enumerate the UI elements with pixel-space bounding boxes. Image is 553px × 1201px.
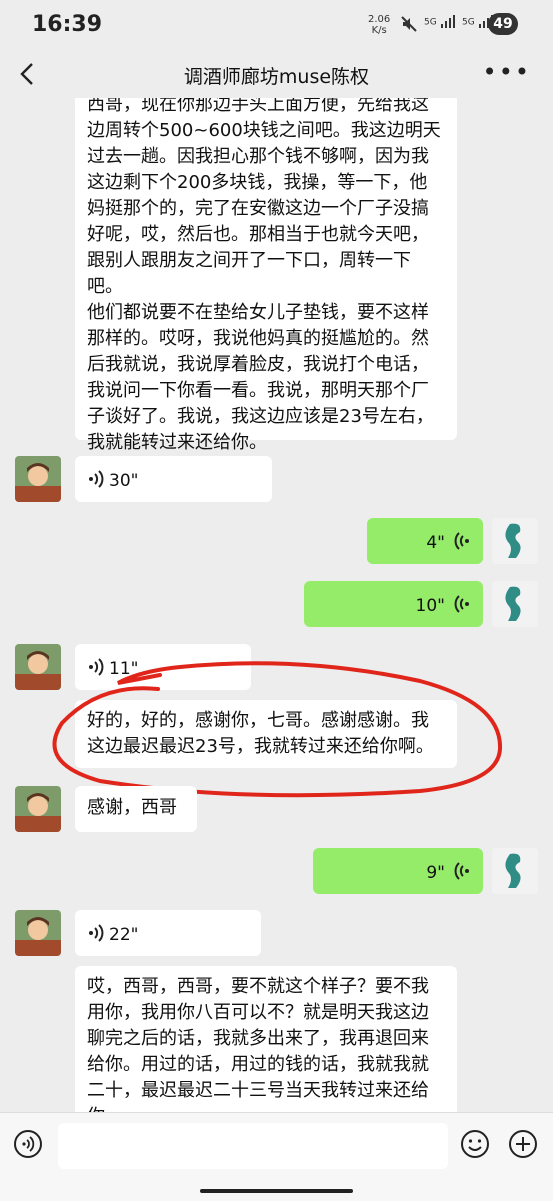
boy-avatar-icon: [15, 456, 61, 502]
message-line: 他们都说要不在垫给女儿子垫钱，要不这样: [87, 302, 429, 323]
message-line: 给你。用过的话，用过的钱的话，我就我就: [87, 1054, 429, 1075]
chat-header: 调酒师廊坊muse陈权 •••: [0, 50, 553, 98]
contact-avatar[interactable]: [15, 644, 61, 690]
network-indicator-1: 5G: [424, 15, 456, 29]
plus-icon[interactable]: [508, 1129, 538, 1159]
home-indicator: [200, 1189, 353, 1193]
speed-value: 2.06: [368, 14, 391, 25]
mute-icon: [401, 16, 417, 32]
message-input-bar: [0, 1112, 553, 1201]
voice-transcription: 好的，好的，感谢你，七哥。感谢感谢。我 这边最迟最迟23号，我就转过来还给你啊。: [75, 700, 457, 768]
message-line: 这边剩下个200多块钱，我操，等一下，他: [87, 172, 428, 193]
message-line: 你。: [87, 1104, 445, 1112]
boy-avatar-icon: [15, 644, 61, 690]
boy-avatar-icon: [15, 910, 61, 956]
message-line: 好呢，哎，然后也。那相当于也就今天吧，: [87, 224, 429, 245]
message-line: 妈挺那个的，完了在安徽这边一个厂子没搞: [87, 198, 429, 219]
received-voice-message[interactable]: 11": [75, 644, 251, 690]
message-text: 感谢，西哥: [87, 797, 177, 818]
voice-duration: 9": [426, 863, 445, 883]
status-bar: 16:39 2.06 K/s 5G 5G 49: [0, 0, 553, 50]
sculpture-avatar-icon: [492, 581, 538, 627]
voice-wave-icon: [454, 862, 469, 880]
more-options-icon[interactable]: •••: [483, 58, 531, 86]
message-line: 用你，我用你八百可以不？就是明天我这边: [87, 1002, 429, 1023]
user-avatar[interactable]: [492, 848, 538, 894]
sent-voice-message[interactable]: 4": [367, 518, 483, 564]
voice-transcription: 哎，西哥，西哥，要不就这个样子？要不我 用你，我用你八百可以不？就是明天我这边 …: [75, 966, 457, 1112]
message-line: 我说问一下你看一看。我说，那明天那个厂: [87, 380, 429, 401]
voice-duration: 4": [426, 533, 445, 553]
voice-wave-icon: [89, 658, 104, 676]
contact-avatar[interactable]: [15, 456, 61, 502]
contact-avatar[interactable]: [15, 786, 61, 832]
voice-wave-icon: [89, 470, 104, 488]
emoji-icon[interactable]: [460, 1129, 490, 1159]
sculpture-avatar-icon: [492, 848, 538, 894]
message-line: 西哥，现在你那边手头上面方便，先给我这: [87, 98, 429, 115]
sent-voice-message[interactable]: 9": [313, 848, 483, 894]
message-line: 跟别人跟朋友之间开了一下口，周转一下吧。: [87, 250, 411, 297]
network-speed: 2.06 K/s: [368, 14, 390, 36]
voice-wave-icon: [454, 532, 469, 550]
signal-icon: [440, 15, 455, 28]
voice-duration: 11": [109, 659, 139, 679]
sent-voice-message[interactable]: 10": [304, 581, 483, 627]
battery-indicator: 49: [488, 13, 518, 35]
message-line: 子谈好了。我说，我这边应该是23号左右，: [87, 406, 434, 427]
boy-avatar-icon: [15, 786, 61, 832]
contact-avatar[interactable]: [15, 910, 61, 956]
network-label-1: 5G: [424, 17, 437, 28]
message-input[interactable]: [58, 1123, 448, 1169]
status-time: 16:39: [32, 12, 103, 37]
message-line: 这边最迟最迟23号，我就转过来还给你啊。: [87, 736, 434, 757]
sculpture-avatar-icon: [492, 518, 538, 564]
voice-wave-icon: [89, 924, 104, 942]
voice-wave-icon: [454, 595, 469, 613]
message-line: 那样的。哎呀，我说他妈真的挺尴尬的。然: [87, 328, 429, 349]
message-line: 哎，西哥，西哥，要不就这个样子？要不我: [87, 976, 429, 997]
message-line: 聊完之后的话，我就多出来了，我再退回来: [87, 1028, 429, 1049]
received-voice-message[interactable]: 22": [75, 910, 261, 956]
message-line: 二十，最迟最迟二十三号当天我转过来还给: [87, 1080, 429, 1101]
chat-title: 调酒师廊坊muse陈权: [183, 66, 370, 88]
received-text-message: 西哥，现在你那边手头上面方便，先给我这 边周转个500~600块钱之间吧。我这边…: [75, 98, 457, 453]
speed-unit: K/s: [371, 25, 387, 36]
voice-duration: 10": [415, 596, 445, 616]
user-avatar[interactable]: [492, 518, 538, 564]
message-line: 边周转个500~600块钱之间吧。我这边明天: [87, 120, 441, 141]
voice-duration: 22": [109, 925, 139, 945]
received-voice-message[interactable]: 30": [75, 456, 272, 502]
voice-input-icon[interactable]: [13, 1129, 43, 1159]
message-line: 好的，好的，感谢你，七哥。感谢感谢。我: [87, 710, 429, 731]
chat-history[interactable]: 西哥，现在你那边手头上面方便，先给我这 边周转个500~600块钱之间吧。我这边…: [0, 98, 553, 1112]
message-line: 过去一趟。因我担心那个钱不够啊，因为我: [87, 146, 429, 167]
received-text-message: 感谢，西哥: [75, 786, 197, 832]
message-line: 我就能转过来还给你。: [87, 432, 267, 453]
network-label-2: 5G: [462, 17, 475, 28]
user-avatar[interactable]: [492, 581, 538, 627]
message-line: 后我就说，我说厚着脸皮，我说打个电话，: [87, 354, 429, 375]
voice-duration: 30": [109, 471, 139, 491]
